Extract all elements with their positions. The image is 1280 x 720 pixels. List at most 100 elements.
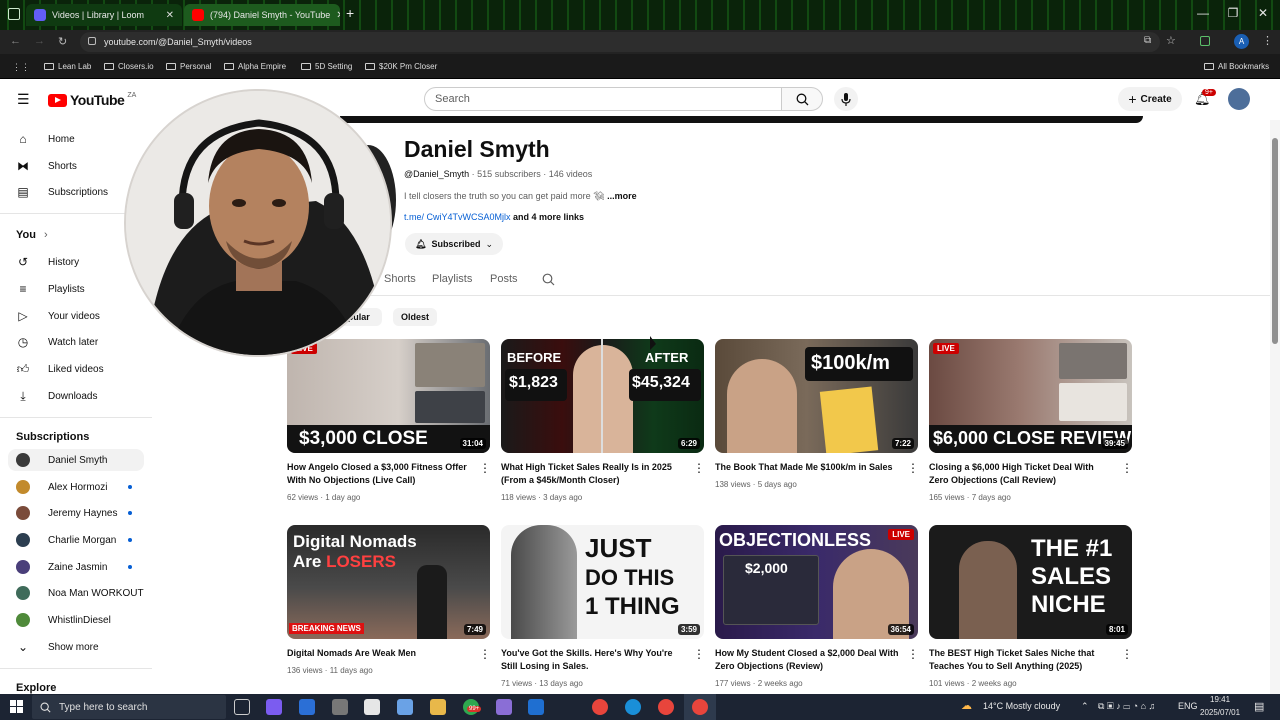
subscribed-button[interactable]: 🔔︎ Subscribed ⌄ bbox=[405, 233, 503, 255]
webcam-bubble[interactable] bbox=[124, 89, 392, 357]
app-icon-4[interactable] bbox=[364, 699, 380, 715]
video-thumbnail[interactable]: OBJECTIONLESS $2,000 LIVE 36:54 bbox=[715, 525, 918, 639]
tab-close-icon[interactable]: ✕ bbox=[166, 10, 174, 21]
video-thumbnail[interactable]: THE #1 SALES NICHE 8:01 bbox=[929, 525, 1132, 639]
video-thumbnail[interactable]: LIVE $6,000 CLOSE REVIEW 39:45 bbox=[929, 339, 1132, 453]
tray-icons[interactable]: ⧉ ▣ ♪ ▭ ◔ ⌂ ♫ bbox=[1098, 701, 1155, 712]
maximize-icon[interactable]: ❐ bbox=[1218, 6, 1248, 20]
video-options-icon[interactable]: ⋮ bbox=[1121, 647, 1133, 661]
clock-date[interactable]: 2025/07/01 bbox=[1200, 708, 1240, 717]
file-explorer-icon[interactable] bbox=[430, 699, 446, 715]
minimize-icon[interactable]: — bbox=[1188, 6, 1218, 20]
youtube-logo[interactable]: YouTube ZA bbox=[48, 92, 136, 108]
bookmark-personal[interactable]: Personal bbox=[166, 62, 212, 71]
sidebar-item-home[interactable]: ⌂ Home bbox=[16, 132, 74, 146]
bookmark-alpha-empire[interactable]: Alpha Empire bbox=[224, 62, 286, 71]
voice-search-button[interactable] bbox=[834, 87, 858, 111]
url-bar[interactable]: youtube.com/@Daniel_Smyth/videos bbox=[80, 32, 1160, 52]
tab-close-icon[interactable]: ✕ bbox=[336, 10, 340, 21]
account-avatar[interactable] bbox=[1228, 88, 1250, 110]
profile-avatar[interactable]: A bbox=[1234, 34, 1249, 49]
video-options-icon[interactable]: ⋮ bbox=[693, 647, 705, 661]
new-tab-icon[interactable]: + bbox=[346, 5, 354, 21]
sidebar-item-history[interactable]: ↺ History bbox=[16, 255, 79, 269]
sidebar-item-downloads[interactable]: ⤓ Downloads bbox=[16, 389, 97, 403]
sidebar-sub-noa-man-workout[interactable]: Noa Man WORKOUT bbox=[16, 586, 144, 600]
video-title[interactable]: How Angelo Closed a $3,000 Fitness Offer… bbox=[287, 461, 472, 487]
weather-text[interactable]: 14°C Mostly cloudy bbox=[983, 701, 1060, 711]
video-title[interactable]: Digital Nomads Are Weak Men bbox=[287, 647, 472, 660]
reload-icon[interactable]: ↻ bbox=[58, 35, 67, 48]
chip-oldest[interactable]: Oldest bbox=[393, 308, 437, 326]
sidebar-you-heading[interactable]: You › bbox=[16, 229, 48, 241]
tab-search-icon[interactable] bbox=[8, 8, 20, 20]
windows-start-icon[interactable] bbox=[10, 700, 23, 713]
create-button[interactable]: + Create bbox=[1118, 87, 1182, 111]
weather-icon[interactable]: ☁ bbox=[961, 699, 972, 712]
video-title[interactable]: Closing a $6,000 High Ticket Deal With Z… bbox=[929, 461, 1114, 487]
taskbar-search[interactable]: Type here to search bbox=[32, 695, 226, 719]
video-options-icon[interactable]: ⋮ bbox=[907, 647, 919, 661]
sidebar-sub-jeremy-haynes[interactable]: Jeremy Haynes bbox=[16, 506, 117, 520]
forward-icon[interactable]: → bbox=[34, 35, 45, 47]
sidebar-item-playlists[interactable]: ≡ Playlists bbox=[16, 282, 84, 296]
sidebar-item-shorts[interactable]: ⧓ Shorts bbox=[16, 159, 77, 173]
chrome-icon[interactable] bbox=[592, 699, 608, 715]
sidebar-item-your-videos[interactable]: ▷ Your videos bbox=[16, 309, 100, 323]
video-thumbnail[interactable]: JUST DO THIS 1 THING 3:59 bbox=[501, 525, 704, 639]
hamburger-menu-icon[interactable]: ☰ bbox=[17, 92, 31, 106]
more-links[interactable]: and 4 more links bbox=[513, 212, 584, 222]
scrollbar-thumb[interactable] bbox=[1272, 138, 1278, 344]
sidebar-sub-alex-hormozi[interactable]: Alex Hormozi bbox=[16, 480, 107, 494]
video-options-icon[interactable]: ⋮ bbox=[479, 647, 491, 661]
app-icon-3[interactable] bbox=[332, 699, 348, 715]
browser-tab-youtube[interactable]: (794) Daniel Smyth - YouTube ✕ bbox=[184, 4, 340, 26]
bookmark-closers[interactable]: Closers.io bbox=[104, 62, 154, 71]
sidebar-item-subscriptions[interactable]: ▤ Subscriptions bbox=[16, 185, 108, 199]
video-thumbnail[interactable]: $100k/m 7:22 bbox=[715, 339, 918, 453]
site-info-icon[interactable] bbox=[88, 37, 96, 45]
sidebar-sub-whistlindiesel[interactable]: WhistlinDiesel bbox=[16, 613, 111, 627]
video-options-icon[interactable]: ⋮ bbox=[479, 461, 491, 475]
app-icon-5[interactable] bbox=[397, 699, 413, 715]
chrome-icon-2[interactable] bbox=[658, 699, 674, 715]
all-bookmarks[interactable]: All Bookmarks bbox=[1204, 62, 1269, 71]
video-thumbnail[interactable]: BEFORE $1,823 AFTER $45,324 6:29 bbox=[501, 339, 704, 453]
menu-kebab-icon[interactable]: ⋮ bbox=[1262, 34, 1273, 47]
video-options-icon[interactable]: ⋮ bbox=[907, 461, 919, 475]
chrome-icon-active[interactable] bbox=[692, 699, 708, 715]
search-input[interactable]: Search bbox=[424, 87, 782, 111]
tab-playlists[interactable]: Playlists bbox=[432, 273, 472, 285]
tray-chevron-icon[interactable]: ⌃ bbox=[1081, 701, 1089, 712]
sidebar-item-watch-later[interactable]: ◷ Watch later bbox=[16, 335, 98, 349]
video-options-icon[interactable]: ⋮ bbox=[693, 461, 705, 475]
bookmark-star-icon[interactable]: ☆ bbox=[1166, 34, 1176, 47]
cast-icon[interactable]: ⧉ bbox=[1144, 35, 1151, 46]
bookmark-5d-setting[interactable]: 5D Setting bbox=[301, 62, 352, 71]
back-icon[interactable]: ← bbox=[10, 35, 21, 47]
bookmark-20k-closer[interactable]: $20K Pm Closer bbox=[365, 62, 437, 71]
extension-icon[interactable] bbox=[1200, 36, 1210, 46]
app-icon-2[interactable] bbox=[299, 699, 315, 715]
video-title[interactable]: The BEST High Ticket Sales Niche that Te… bbox=[929, 647, 1114, 673]
notification-center-icon[interactable]: ▤ bbox=[1254, 700, 1264, 713]
video-thumbnail[interactable]: LIVE $3,000 CLOSE 31:04 bbox=[287, 339, 490, 453]
video-title[interactable]: The Book That Made Me $100k/m in Sales bbox=[715, 461, 900, 474]
browser-tab-loom[interactable]: Videos | Library | Loom ✕ bbox=[26, 4, 182, 26]
more-link[interactable]: ...more bbox=[607, 191, 637, 201]
task-view-icon[interactable] bbox=[234, 699, 250, 715]
apps-grid-icon[interactable]: ⋮⋮ bbox=[12, 62, 30, 73]
sidebar-item-liked-videos[interactable]: 👍︎ Liked videos bbox=[16, 362, 104, 376]
video-title[interactable]: How My Student Closed a $2,000 Deal With… bbox=[715, 647, 900, 673]
channel-search-icon[interactable] bbox=[542, 273, 555, 291]
edge-icon[interactable] bbox=[625, 699, 641, 715]
app-icon-1[interactable] bbox=[266, 699, 282, 715]
channel-description[interactable]: I tell closers the truth so you can get … bbox=[404, 191, 637, 202]
channel-link[interactable]: t.me/ CwiY4TvWCSA0Mjlx bbox=[404, 212, 511, 222]
video-title[interactable]: What High Ticket Sales Really Is in 2025… bbox=[501, 461, 686, 487]
sidebar-sub-charlie-morgan[interactable]: Charlie Morgan bbox=[16, 533, 116, 547]
sidebar-sub-zaine-jasmin[interactable]: Zaine Jasmin bbox=[16, 560, 107, 574]
sidebar-sub-daniel-smyth[interactable]: Daniel Smyth bbox=[16, 453, 107, 467]
close-window-icon[interactable]: ✕ bbox=[1248, 6, 1278, 20]
video-thumbnail[interactable]: Digital Nomads Are LOSERS BREAKING NEWS … bbox=[287, 525, 490, 639]
